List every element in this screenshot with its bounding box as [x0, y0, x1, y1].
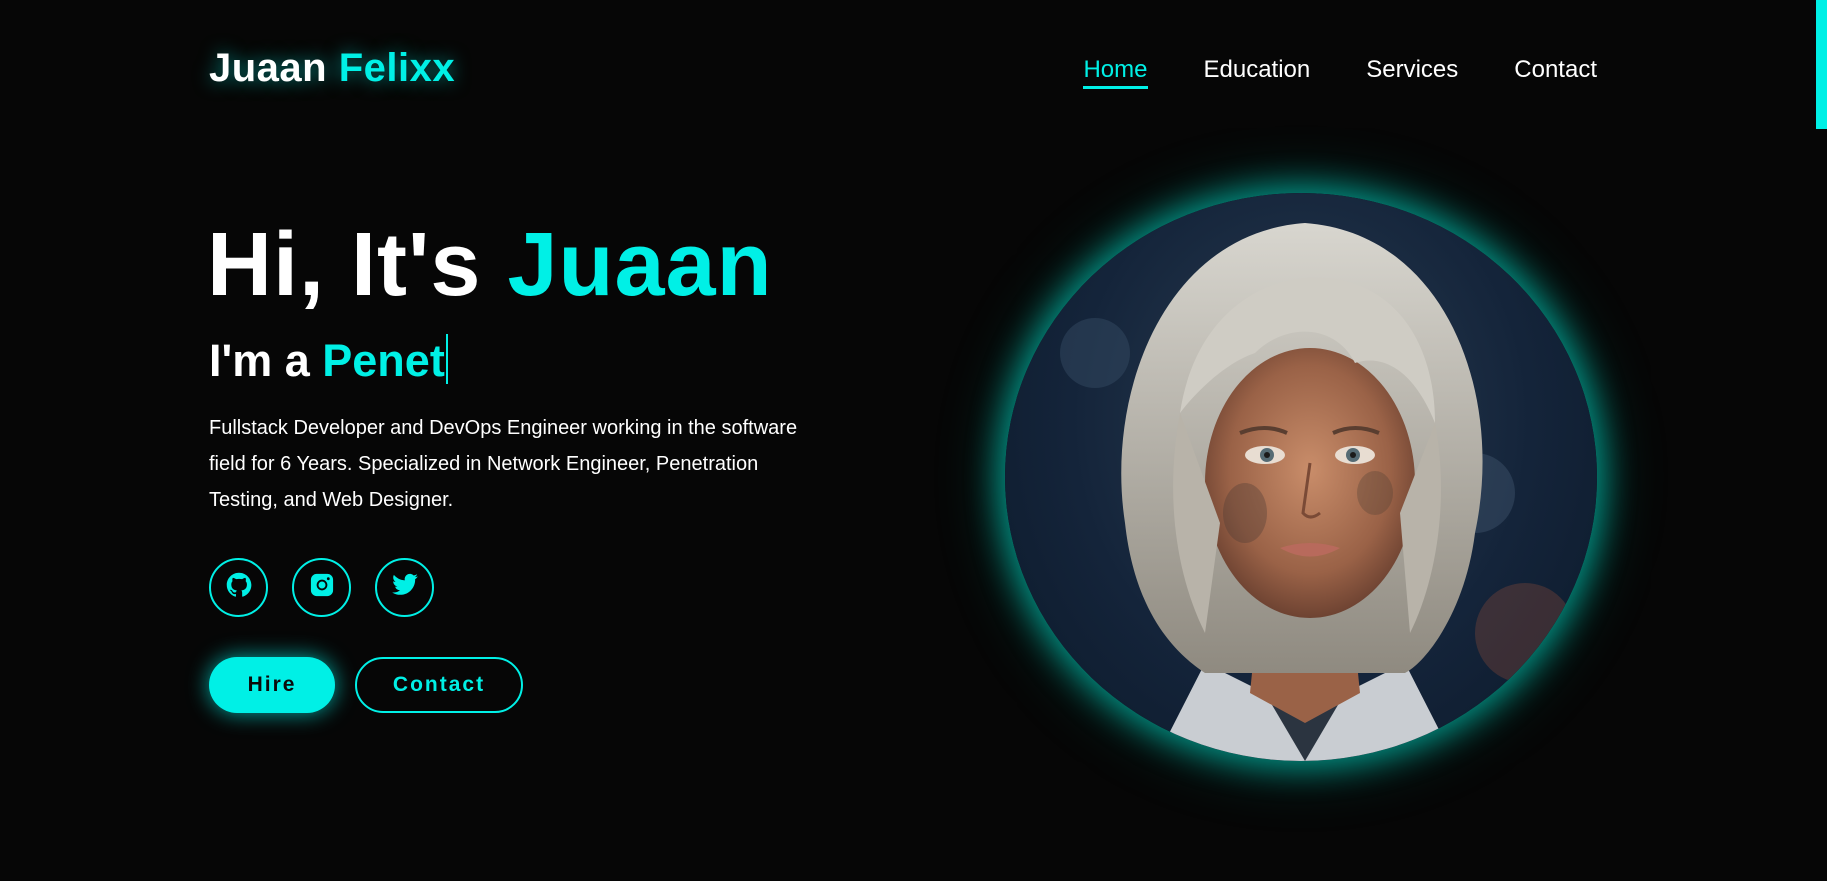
page: Juaan Felixx Home Education Services Con…: [0, 0, 1827, 881]
nav-education[interactable]: Education: [1204, 56, 1311, 89]
hero-description: Fullstack Developer and DevOps Engineer …: [209, 417, 798, 511]
logo-first: Juaan: [209, 46, 328, 90]
github-link[interactable]: [209, 558, 268, 617]
profile-portrait: [1005, 193, 1597, 761]
twitter-icon: [391, 571, 419, 604]
social-links: [209, 558, 434, 617]
typing-cursor: [445, 334, 448, 384]
twitter-link[interactable]: [375, 558, 434, 617]
instagram-icon: [308, 571, 336, 604]
hero-name: Juaan: [507, 215, 773, 315]
logo[interactable]: Juaan Felixx: [209, 46, 455, 91]
portrait-illustration: [1060, 223, 1575, 761]
main-nav: Home Education Services Contact: [1083, 56, 1597, 89]
hero-subtitle: I'm a Penet: [209, 334, 448, 384]
hero-actions: Hire Contact: [209, 657, 523, 713]
nav-services[interactable]: Services: [1366, 56, 1458, 89]
role-typed: Penet: [322, 335, 445, 386]
contact-button[interactable]: Contact: [355, 657, 523, 713]
role-prefix: I'm a: [209, 335, 310, 386]
hero-greeting: Hi, It's: [207, 215, 482, 315]
hire-button[interactable]: Hire: [209, 657, 335, 713]
hero-title: Hi, It's Juaan: [207, 220, 773, 310]
scroll-indicator[interactable]: [1816, 0, 1827, 129]
nav-contact[interactable]: Contact: [1514, 56, 1597, 89]
nav-home[interactable]: Home: [1083, 56, 1148, 89]
logo-second: Felixx: [338, 46, 456, 90]
instagram-link[interactable]: [292, 558, 351, 617]
github-icon: [225, 571, 253, 604]
